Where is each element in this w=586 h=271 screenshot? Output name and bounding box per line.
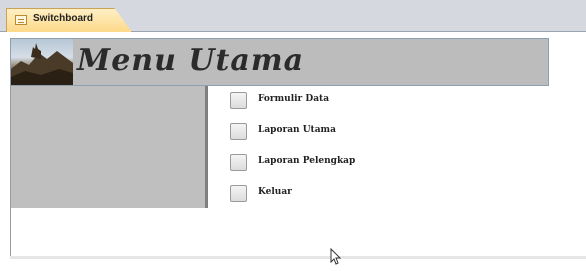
menu-item-label[interactable]: Keluar	[258, 187, 292, 197]
left-panel	[10, 86, 208, 208]
menu-item-label[interactable]: Laporan Pelengkap	[258, 156, 355, 166]
form-header: Menu Utama	[10, 38, 549, 86]
menu-item-label[interactable]: Formulir Data	[258, 94, 329, 104]
menu-button[interactable]	[230, 123, 247, 140]
menu-item-laporan-utama[interactable]: Laporan Utama	[230, 123, 430, 143]
content-border	[10, 86, 11, 259]
logo-image	[11, 39, 73, 85]
document-tab-strip: Switchboard	[0, 0, 586, 32]
menu-item-label[interactable]: Laporan Utama	[258, 125, 336, 135]
menu-button[interactable]	[230, 92, 247, 109]
mouse-pointer-icon	[330, 247, 342, 271]
tab-label: Switchboard	[33, 13, 94, 24]
page-title: Menu Utama	[77, 43, 305, 78]
menu-item-formulir-data[interactable]: Formulir Data	[230, 92, 430, 112]
menu-item-laporan-pelengkap[interactable]: Laporan Pelengkap	[230, 154, 430, 174]
tab-switchboard[interactable]: Switchboard	[6, 8, 132, 32]
menu-button[interactable]	[230, 154, 247, 171]
menu-item-keluar[interactable]: Keluar	[230, 185, 430, 205]
form-icon	[15, 15, 27, 25]
menu-button[interactable]	[230, 185, 247, 202]
